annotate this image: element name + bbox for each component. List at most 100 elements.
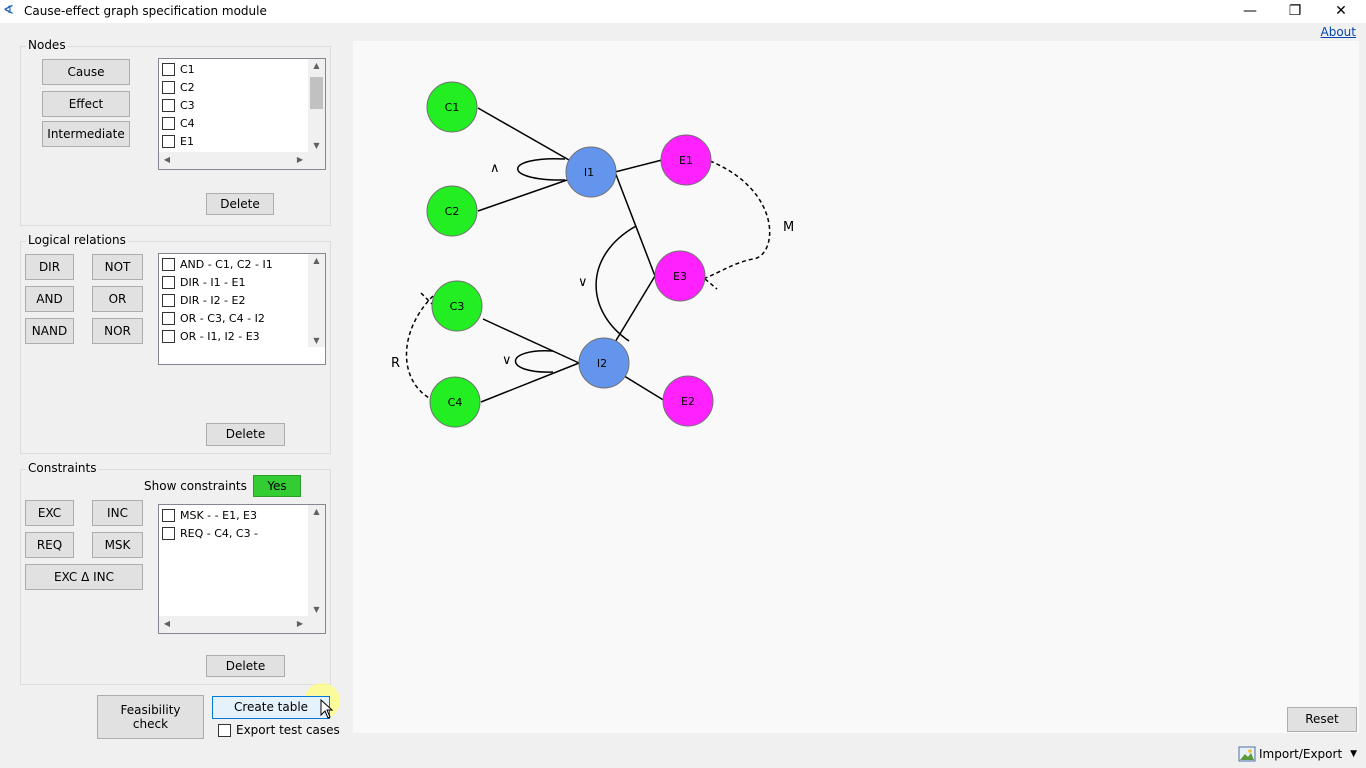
vertical-scrollbar[interactable]: ▲ ▼: [308, 59, 325, 152]
inc-button[interactable]: INC: [92, 500, 143, 526]
list-item[interactable]: MSK - - E1, E3: [162, 506, 257, 524]
node-label: E1: [679, 154, 693, 167]
create-table-button[interactable]: Create table: [212, 696, 330, 719]
and-button[interactable]: AND: [25, 286, 74, 312]
list-item[interactable]: C3: [162, 96, 195, 114]
reset-button[interactable]: Reset: [1287, 707, 1357, 732]
chevron-right-icon[interactable]: ▶: [294, 619, 306, 628]
scroll-corner: [308, 152, 325, 169]
list-item[interactable]: DIR - I1 - E1: [162, 273, 245, 291]
relations-list[interactable]: AND - C1, C2 - I1 DIR - I1 - E1 DIR - I2…: [158, 253, 326, 365]
checkbox[interactable]: [162, 293, 175, 307]
horizontal-scrollbar[interactable]: ◀ ▶: [159, 152, 308, 169]
checkbox[interactable]: [162, 98, 175, 112]
delete-nodes-button[interactable]: Delete: [206, 193, 274, 215]
or-arc-c: [514, 350, 554, 373]
chevron-down-icon[interactable]: ▼: [308, 141, 325, 150]
checkbox[interactable]: [162, 80, 175, 94]
about-link[interactable]: About: [1321, 25, 1356, 39]
and-arc: [517, 158, 566, 181]
or-relation-label: ∨: [502, 353, 512, 368]
graph-svg[interactable]: C1 C2 C3 C4 I1 I2 E1 E2 E3 ∧ ∨ ∨ M R: [353, 41, 1359, 733]
graph-canvas[interactable]: C1 C2 C3 C4 I1 I2 E1 E2 E3 ∧ ∨ ∨ M R: [353, 41, 1359, 733]
export-checkbox[interactable]: [218, 723, 231, 737]
exc-inc-button[interactable]: EXC Δ INC: [25, 564, 143, 590]
add-intermediate-button[interactable]: Intermediate: [42, 121, 130, 147]
scroll-corner: [308, 616, 325, 633]
chevron-right-icon[interactable]: ▶: [294, 155, 306, 164]
nand-button[interactable]: NAND: [25, 318, 74, 344]
req-constraint-edge: [405, 295, 434, 400]
or-arc-e3: [595, 225, 637, 342]
msk-constraint-label: M: [783, 220, 794, 235]
msk-constraint-edge: [702, 160, 771, 280]
list-item[interactable]: C1: [162, 60, 195, 78]
edge-i1-e1: [614, 159, 663, 173]
close-button[interactable]: ✕: [1318, 0, 1364, 23]
or-button[interactable]: OR: [92, 286, 143, 312]
list-item[interactable]: REQ - C4, C3 -: [162, 524, 258, 542]
nodes-list[interactable]: C1 C2 C3 C4 E1 ▲ ▼ ◀ ▶: [158, 58, 326, 170]
constraints-list[interactable]: MSK - - E1, E3 REQ - C4, C3 - ▲ ▼ ◀ ▶: [158, 504, 326, 634]
show-constraints-label: Show constraints: [144, 479, 247, 493]
checkbox[interactable]: [162, 508, 175, 522]
node-label: I1: [584, 166, 594, 179]
msk-arrow-tick: [704, 278, 718, 290]
node-label: E3: [673, 270, 687, 283]
list-item[interactable]: C2: [162, 78, 195, 96]
chevron-down-icon[interactable]: ▼: [308, 336, 325, 345]
delete-constraints-button[interactable]: Delete: [206, 655, 285, 677]
checkbox[interactable]: [162, 116, 175, 130]
list-item[interactable]: E1: [162, 132, 194, 150]
horizontal-scrollbar[interactable]: ◀ ▶: [159, 616, 308, 633]
and-relation-label: ∧: [490, 161, 500, 176]
add-cause-button[interactable]: Cause: [42, 59, 130, 85]
checkbox[interactable]: [162, 526, 175, 540]
chevron-up-icon[interactable]: ▲: [308, 507, 325, 516]
minimize-button[interactable]: —: [1227, 0, 1273, 23]
list-item[interactable]: DIR - I2 - E2: [162, 291, 245, 309]
chevron-left-icon[interactable]: ◀: [161, 155, 173, 164]
req-constraint-label: R: [391, 356, 400, 371]
window-title: Cause-effect graph specification module: [24, 4, 267, 18]
list-item[interactable]: C4: [162, 114, 195, 132]
checkbox[interactable]: [162, 62, 175, 76]
chevron-left-icon[interactable]: ◀: [161, 619, 173, 628]
delete-relations-button[interactable]: Delete: [206, 423, 285, 446]
show-constraints-toggle[interactable]: Yes: [253, 475, 301, 497]
checkbox[interactable]: [162, 134, 175, 148]
feasibility-check-button[interactable]: Feasibility check: [97, 695, 204, 739]
node-label: C4: [448, 396, 463, 409]
chevron-down-icon: ▼: [1350, 749, 1358, 759]
checkbox[interactable]: [162, 275, 175, 289]
import-export-dropdown[interactable]: Import/Export ▼: [1238, 746, 1357, 762]
picture-icon: [1238, 746, 1256, 762]
add-effect-button[interactable]: Effect: [42, 91, 130, 117]
constraints-group-title: Constraints: [26, 461, 99, 475]
list-item[interactable]: OR - I1, I2 - E3: [162, 327, 260, 345]
list-item[interactable]: OR - C3, C4 - I2: [162, 309, 265, 327]
edge-c4-i2: [480, 362, 580, 403]
dir-button[interactable]: DIR: [25, 254, 74, 280]
not-button[interactable]: NOT: [92, 254, 143, 280]
req-button[interactable]: REQ: [25, 532, 74, 558]
exc-button[interactable]: EXC: [25, 500, 74, 526]
checkbox[interactable]: [162, 257, 175, 271]
nodes-group-title: Nodes: [26, 38, 68, 52]
mouse-pointer-icon: [320, 698, 334, 719]
checkbox[interactable]: [162, 329, 175, 343]
chevron-up-icon[interactable]: ▲: [308, 256, 325, 265]
vertical-scrollbar[interactable]: ▲ ▼: [308, 254, 325, 347]
nor-button[interactable]: NOR: [92, 318, 143, 344]
chevron-up-icon[interactable]: ▲: [308, 61, 325, 70]
logical-group-title: Logical relations: [26, 233, 128, 247]
chevron-down-icon[interactable]: ▼: [308, 605, 325, 614]
list-item[interactable]: AND - C1, C2 - I1: [162, 255, 273, 273]
export-test-cases-option[interactable]: Export test cases: [218, 723, 340, 737]
checkbox[interactable]: [162, 311, 175, 325]
scroll-thumb[interactable]: [310, 77, 323, 109]
edge-c3-i2: [482, 318, 580, 364]
msk-button[interactable]: MSK: [92, 532, 143, 558]
maximize-button[interactable]: ❐: [1272, 0, 1318, 23]
vertical-scrollbar[interactable]: ▲ ▼: [308, 505, 325, 616]
